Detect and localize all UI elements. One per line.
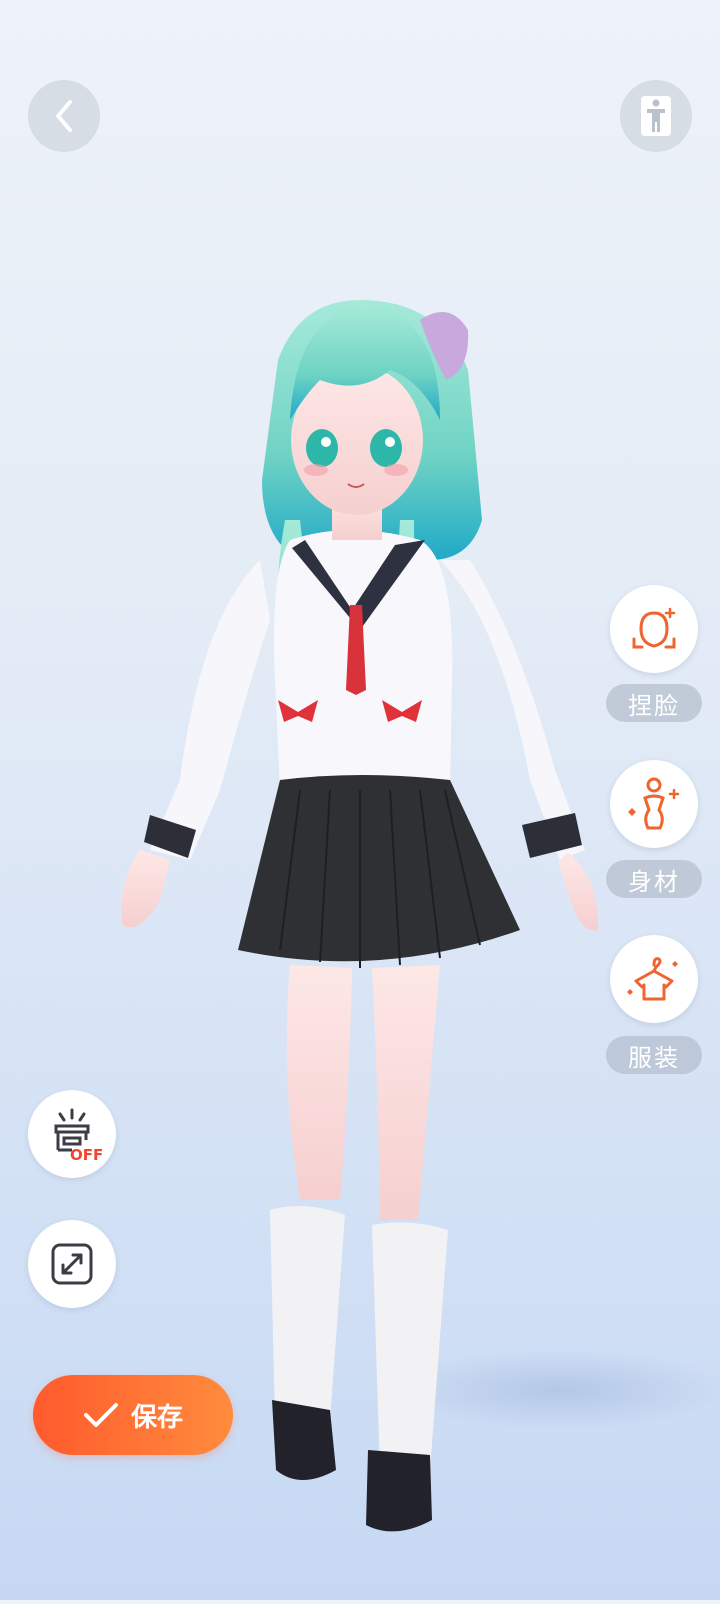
face-shape-icon <box>632 607 676 649</box>
chevron-left-icon <box>56 100 72 132</box>
save-label: 保存 <box>130 1402 183 1433</box>
face-edit-button[interactable] <box>610 585 698 673</box>
standing-figure-icon <box>641 96 671 136</box>
check-icon <box>83 1403 118 1427</box>
outfit-edit-button[interactable] <box>610 935 698 1023</box>
fullscreen-button[interactable] <box>28 1220 116 1308</box>
lighting-off-text: OFF <box>70 1146 104 1164</box>
pose-button[interactable] <box>620 80 692 152</box>
body-edit-label: 身材 <box>606 860 702 898</box>
save-button[interactable]: 保存 <box>33 1375 233 1455</box>
body-edit-button[interactable] <box>610 760 698 848</box>
body-shape-icon <box>628 777 680 830</box>
back-button[interactable] <box>28 80 100 152</box>
outfit-edit-label: 服装 <box>606 1036 702 1074</box>
face-edit-label: 捏脸 <box>606 684 702 722</box>
hanger-clothes-icon <box>627 957 678 1001</box>
expand-icon <box>51 1243 93 1285</box>
lighting-toggle-button[interactable]: OFF <box>28 1090 116 1178</box>
lighting-toggle-graphic: OFF <box>46 1106 103 1164</box>
